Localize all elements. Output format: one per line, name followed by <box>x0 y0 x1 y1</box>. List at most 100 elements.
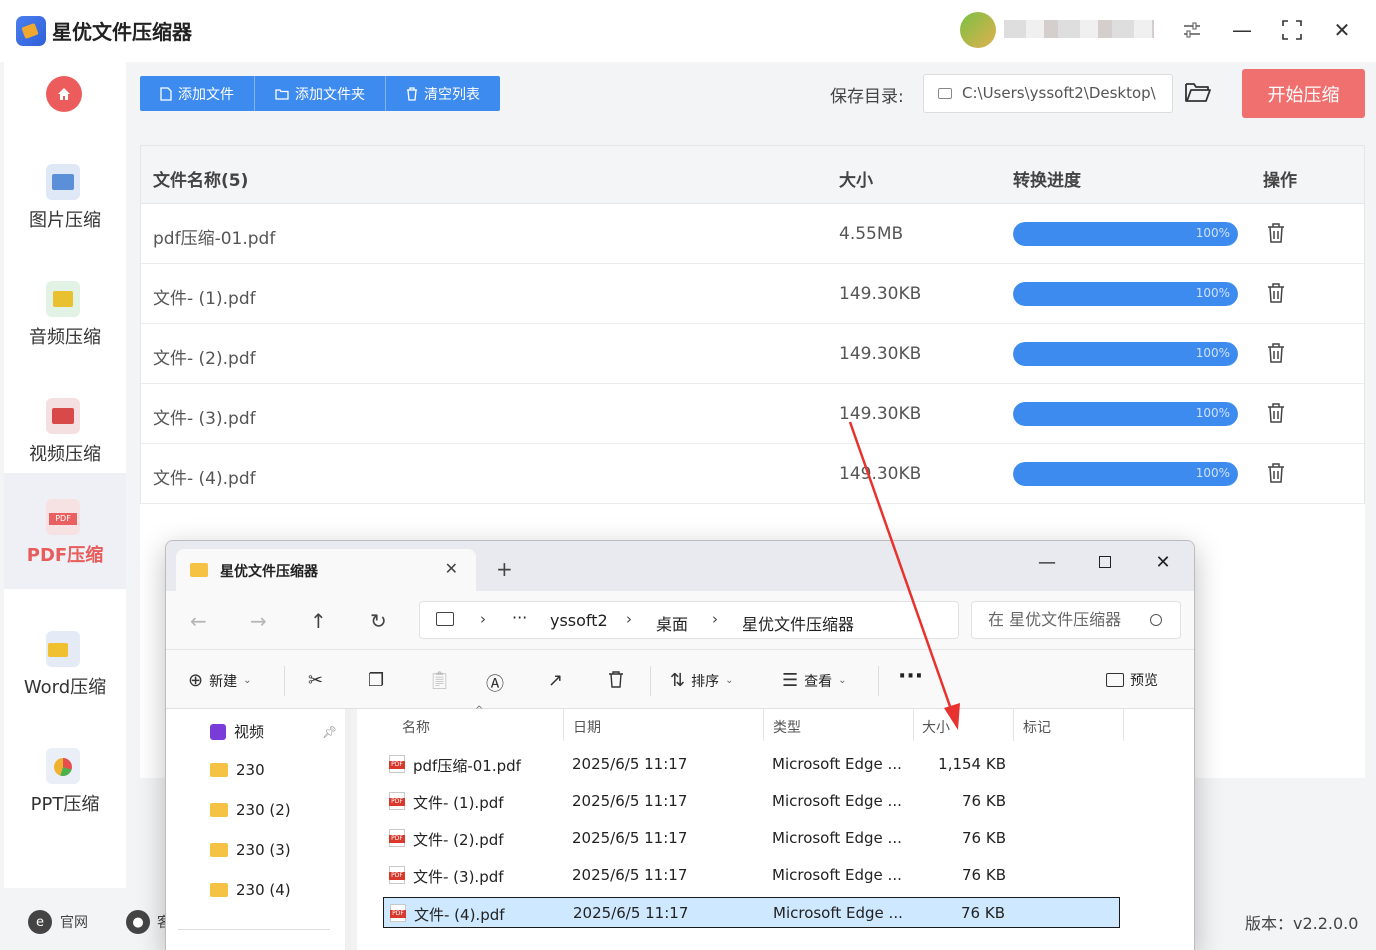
app-title: 星优文件压缩器 <box>52 20 192 44</box>
file-name: 文件- (4).pdf <box>153 469 256 489</box>
preview-button[interactable]: 预览 <box>1106 670 1158 690</box>
table-row[interactable]: 文件- (2).pdf 149.30KB 100% <box>141 324 1364 384</box>
minimize-icon[interactable]: — <box>1032 547 1062 577</box>
close-icon[interactable]: ✕ <box>1326 14 1358 46</box>
add-folder-button[interactable]: 添加文件夹 <box>255 76 386 111</box>
delete-row-icon[interactable] <box>1267 342 1285 364</box>
column-divider[interactable] <box>763 709 764 741</box>
user-avatar[interactable] <box>960 12 996 48</box>
maximize-icon[interactable] <box>1090 547 1120 577</box>
tree-item-label: 视频 <box>234 723 265 741</box>
paste-button[interactable]: 📋︎ <box>428 670 451 691</box>
file-list-item[interactable]: pdf压缩-01.pdf 2025/6/5 11:17 Microsoft Edge… <box>383 749 1120 780</box>
browse-folder-icon[interactable] <box>1184 80 1212 106</box>
file-list-item[interactable]: 文件- (1).pdf 2025/6/5 11:17 Microsoft Edge … <box>383 786 1120 817</box>
delete-row-icon[interactable] <box>1267 282 1285 304</box>
column-header-type[interactable]: 类型 <box>773 717 801 737</box>
more-options-icon[interactable]: ··· <box>898 664 923 689</box>
column-divider[interactable] <box>563 709 564 741</box>
file-name: 文件- (4).pdf <box>414 906 505 924</box>
share-button[interactable]: ↗ <box>548 670 563 691</box>
column-header-size[interactable]: 大小 <box>922 717 950 737</box>
delete-row-icon[interactable] <box>1267 222 1285 244</box>
minimize-icon[interactable]: — <box>1226 14 1258 46</box>
table-row[interactable]: pdf压缩-01.pdf 4.55MB 100% <box>141 204 1364 264</box>
scissors-icon: ✂ <box>308 670 324 691</box>
column-header-name[interactable]: 名称 <box>402 717 430 737</box>
home-button[interactable] <box>46 76 82 112</box>
file-list-item[interactable]: 文件- (4).pdf 2025/6/5 11:17 Microsoft Edge … <box>383 897 1120 928</box>
pdf-file-icon <box>389 866 405 884</box>
sidebar-item-video[interactable]: 视频压缩 <box>4 372 126 488</box>
chevron-down-icon: ⌄ <box>725 675 734 686</box>
close-tab-icon[interactable]: ✕ <box>445 559 458 578</box>
pin-icon[interactable]: 📌︎ <box>322 725 337 739</box>
breadcrumb-current[interactable]: 星优文件压缩器 <box>742 611 854 635</box>
username-blurred[interactable] <box>1004 20 1154 38</box>
file-size: 149.30KB <box>839 404 922 424</box>
sidebar-item-ppt[interactable]: PPT压缩 <box>4 722 126 838</box>
table-row[interactable]: 文件- (1).pdf 149.30KB 100% <box>141 264 1364 324</box>
tree-item-230-4[interactable]: 230 (4) <box>210 881 291 899</box>
file-list-item[interactable]: 文件- (3).pdf 2025/6/5 11:17 Microsoft Edge … <box>383 860 1120 891</box>
sidebar-item-audio[interactable]: 音频压缩 <box>4 255 126 371</box>
refresh-icon[interactable]: ↻ <box>370 609 387 633</box>
explorer-tab-bar: 星优文件压缩器 ✕ + — ✕ <box>166 541 1194 591</box>
title-bar: 星优文件压缩器 — ✕ <box>0 0 1376 62</box>
table-row[interactable]: 文件- (3).pdf 149.30KB 100% <box>141 384 1364 444</box>
delete-button[interactable] <box>608 670 624 688</box>
start-compress-button[interactable]: 开始压缩 <box>1242 69 1365 118</box>
column-name: 文件名称(5) <box>153 171 249 191</box>
breadcrumb-desktop[interactable]: 桌面 <box>656 611 688 635</box>
settings-icon[interactable] <box>1176 14 1208 46</box>
tree-item-230[interactable]: 230 <box>210 761 265 779</box>
column-action: 操作 <box>1263 171 1297 191</box>
delete-row-icon[interactable] <box>1267 402 1285 424</box>
folder-icon <box>210 763 228 777</box>
file-type: Microsoft Edge ... <box>772 829 902 847</box>
forward-arrow-icon[interactable]: → <box>250 609 267 633</box>
tree-item-videos[interactable]: 视频 📌︎ <box>210 721 337 742</box>
chat-icon[interactable]: ● <box>126 910 150 934</box>
breadcrumb-yssoft2[interactable]: yssoft2 <box>550 611 608 630</box>
table-row[interactable]: 文件- (4).pdf 149.30KB 100% <box>141 444 1364 504</box>
column-divider[interactable] <box>1013 709 1014 741</box>
explorer-tab[interactable]: 星优文件压缩器 ✕ <box>176 549 476 591</box>
file-type: Microsoft Edge ... <box>772 792 902 810</box>
add-file-button[interactable]: 添加文件 <box>140 76 255 111</box>
close-icon[interactable]: ✕ <box>1148 547 1178 577</box>
save-directory-input[interactable]: C:\Users\yssoft2\Desktop\ <box>923 74 1173 113</box>
delete-row-icon[interactable] <box>1267 462 1285 484</box>
new-tab-icon[interactable]: + <box>496 557 513 581</box>
file-size: 1,154 KB <box>938 755 1006 773</box>
breadcrumb-separator: › <box>480 610 486 628</box>
view-button[interactable]: ☰ 查看 ⌄ <box>782 670 847 691</box>
sidebar-item-pdf[interactable]: PDF PDF压缩 <box>4 473 126 589</box>
column-divider[interactable] <box>1123 709 1124 741</box>
new-button[interactable]: ⊕ 新建 ⌄ <box>188 670 251 691</box>
sidebar-item-label: PPT压缩 <box>30 794 100 815</box>
more-breadcrumbs-icon[interactable]: ··· <box>512 608 527 627</box>
maximize-icon[interactable] <box>1276 14 1308 46</box>
address-bar[interactable]: › ··· yssoft2 › 桌面 › 星优文件压缩器 <box>419 601 959 639</box>
rename-button[interactable]: Ⓐ <box>486 670 504 696</box>
ie-icon[interactable]: e <box>28 910 52 934</box>
search-input[interactable]: 在 星优文件压缩器 <box>971 601 1181 639</box>
copy-button[interactable]: ❐ <box>368 670 384 691</box>
file-list-item[interactable]: 文件- (2).pdf 2025/6/5 11:17 Microsoft Edge … <box>383 823 1120 854</box>
clear-list-button[interactable]: 清空列表 <box>386 76 500 111</box>
folder-icon <box>210 883 228 897</box>
column-header-tag[interactable]: 标记 <box>1023 717 1051 737</box>
cut-button[interactable]: ✂ <box>308 670 323 691</box>
column-divider[interactable] <box>913 709 914 741</box>
file-size: 76 KB <box>962 792 1006 810</box>
tree-item-230-3[interactable]: 230 (3) <box>210 841 291 859</box>
back-arrow-icon[interactable]: ← <box>190 609 207 633</box>
tree-item-230-2[interactable]: 230 (2) <box>210 801 291 819</box>
column-header-date[interactable]: 日期 <box>573 717 601 737</box>
sort-button[interactable]: ⇅ 排序 ⌄ <box>670 670 733 691</box>
sidebar-item-word[interactable]: Word压缩 <box>4 605 126 721</box>
up-arrow-icon[interactable]: ↑ <box>310 609 327 633</box>
website-link[interactable]: 官网 <box>60 912 88 932</box>
sidebar-item-image[interactable]: 图片压缩 <box>4 138 126 254</box>
